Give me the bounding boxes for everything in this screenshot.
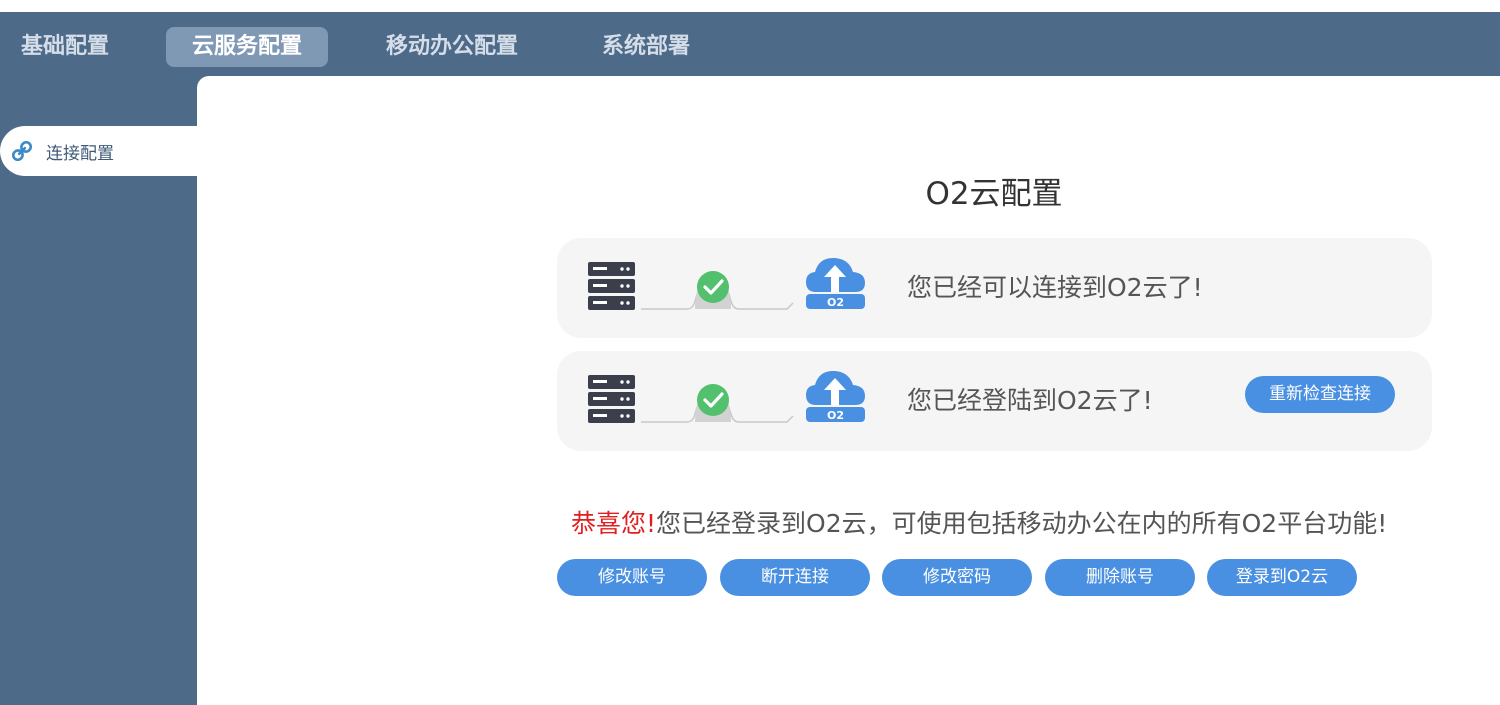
tab-basic-config[interactable]: 基础配置 [6, 27, 124, 67]
link-icon [9, 138, 35, 164]
top-strip [0, 0, 1500, 12]
server-icon [588, 375, 635, 423]
change-password-button[interactable]: 修改密码 [882, 559, 1032, 596]
connection-graphic: O2 [585, 254, 870, 324]
cloud-upload-icon: O2 [806, 257, 865, 309]
connect-status-text: 您已经可以连接到O2云了! [907, 273, 1203, 302]
sidebar: 连接配置 [0, 76, 197, 705]
check-circle-icon [697, 384, 729, 416]
disconnect-button[interactable]: 断开连接 [720, 559, 870, 596]
success-message: 恭喜您!您已经登录到O2云，可使用包括移动办公在内的所有O2平台功能! [571, 504, 1387, 540]
login-status-text: 您已经登陆到O2云了! [907, 386, 1153, 415]
login-to-o2-cloud-button[interactable]: 登录到O2云 [1207, 559, 1357, 596]
delete-account-button[interactable]: 删除账号 [1045, 559, 1195, 596]
status-card-login: O2 您已经登陆到O2云了! 重新检查连接 [557, 351, 1432, 451]
main-panel: O2云配置 O2 您已经可以连接到O2云了! O2 您已经登陆到O2云了! 重新… [197, 76, 1500, 705]
page-title: O2云配置 [925, 176, 1063, 212]
cloud-badge: O2 [827, 296, 844, 309]
tab-system-deploy[interactable]: 系统部署 [590, 27, 702, 67]
status-card-connect: O2 您已经可以连接到O2云了! [557, 238, 1432, 338]
connection-graphic: O2 [585, 367, 870, 437]
recheck-connection-button[interactable]: 重新检查连接 [1245, 376, 1395, 413]
cloud-badge: O2 [827, 409, 844, 422]
top-nav: 基础配置 云服务配置 移动办公配置 系统部署 [0, 12, 1500, 76]
cloud-upload-icon: O2 [806, 370, 865, 422]
sidebar-item-label: 连接配置 [46, 143, 114, 164]
app-window: 基础配置 云服务配置 移动办公配置 系统部署 连接配置 O2云配置 O2 您已经… [0, 0, 1500, 705]
check-circle-icon [697, 271, 729, 303]
congrats-text: 恭喜您! [571, 509, 657, 538]
success-detail-text: 您已经登录到O2云，可使用包括移动办公在内的所有O2平台功能! [656, 509, 1388, 538]
tab-mobile-office-config[interactable]: 移动办公配置 [374, 27, 530, 67]
tab-cloud-service-config[interactable]: 云服务配置 [166, 27, 328, 67]
modify-account-button[interactable]: 修改账号 [557, 559, 707, 596]
sidebar-item-connection-config[interactable]: 连接配置 [0, 126, 197, 176]
server-icon [588, 262, 635, 310]
